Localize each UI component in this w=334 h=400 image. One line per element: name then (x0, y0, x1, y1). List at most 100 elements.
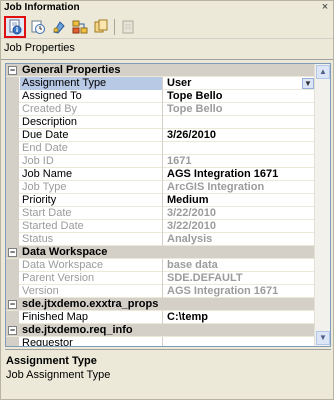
category-label: sde.jtxdemo.req_info (22, 324, 133, 336)
extended-properties-button[interactable] (118, 17, 138, 37)
property-label: Data Workspace (20, 259, 163, 272)
property-value: base data (167, 259, 218, 271)
property-label: Job ID (20, 155, 163, 168)
property-row[interactable]: Job Name AGS Integration 1671 (6, 168, 315, 181)
property-label: Created By (20, 103, 163, 116)
property-value: 1671 (167, 155, 192, 167)
row-gutter (6, 168, 19, 181)
chevron-down-icon[interactable]: ▼ (302, 78, 314, 89)
collapse-icon[interactable]: − (8, 326, 17, 335)
property-label: Job Type (20, 181, 163, 194)
property-label: Parent Version (20, 272, 163, 285)
attachments-icon (94, 19, 108, 33)
property-value[interactable]: AGS Integration 1671 (164, 168, 315, 181)
row-gutter (6, 194, 19, 207)
property-row[interactable]: Requestor (6, 337, 315, 346)
property-row[interactable]: Started Date 3/22/2010 (6, 220, 315, 233)
property-row[interactable]: Finished Map C:\temp (6, 311, 315, 324)
category-row[interactable]: − General Properties (6, 64, 315, 77)
row-gutter (6, 259, 19, 272)
property-value: Analysis (167, 233, 213, 245)
job-information-window: Job Information × Job Properties − Gener… (0, 0, 334, 400)
property-label: Status (20, 233, 163, 246)
extended-properties-icon (122, 20, 134, 34)
property-label: Job Name (20, 168, 163, 181)
scroll-down-arrow-icon[interactable]: ▼ (316, 331, 330, 345)
property-label: Assignment Type (20, 77, 163, 90)
row-gutter (6, 311, 19, 324)
collapse-icon[interactable]: − (8, 300, 17, 309)
category-row[interactable]: − sde.jtxdemo.req_info (6, 324, 315, 337)
property-value: Tope Bello (167, 103, 223, 115)
attachments-button[interactable] (91, 17, 111, 37)
description-pane: Assignment Type Job Assignment Type (5, 349, 331, 397)
property-row[interactable]: Assigned To Tope Bello (6, 90, 315, 103)
row-gutter (6, 90, 19, 103)
property-row[interactable]: Status Analysis (6, 233, 315, 246)
property-rows: − General Properties Assignment Type User ▼ A… (6, 64, 315, 346)
property-label: Version (20, 285, 163, 298)
property-value[interactable]: User (164, 77, 315, 90)
property-value[interactable] (164, 116, 315, 129)
category-label: sde.jtxdemo.exxtra_props (22, 298, 159, 310)
property-label: Start Date (20, 207, 163, 220)
property-row[interactable]: End Date (6, 142, 315, 155)
property-row[interactable]: Version AGS Integration 1671 (6, 285, 315, 298)
close-icon[interactable]: × (319, 1, 331, 13)
row-gutter (6, 272, 19, 285)
job-history-icon (31, 20, 45, 34)
property-label: Finished Map (20, 311, 163, 324)
category-row[interactable]: − sde.jtxdemo.exxtra_props (6, 298, 315, 311)
property-row[interactable]: Start Date 3/22/2010 (6, 207, 315, 220)
property-value[interactable]: 3/26/2010 (164, 129, 315, 142)
row-gutter (6, 77, 19, 90)
job-map-icon (72, 20, 88, 34)
toolbar (1, 15, 333, 39)
scroll-up-arrow-icon[interactable]: ▲ (316, 65, 330, 79)
job-properties-button[interactable] (4, 16, 26, 38)
property-row[interactable]: Job Type ArcGIS Integration (6, 181, 315, 194)
property-row[interactable]: Description (6, 116, 315, 129)
property-value[interactable]: C:\temp (164, 311, 315, 324)
property-value: SDE.DEFAULT (167, 272, 243, 284)
row-gutter (6, 142, 19, 155)
hold-button[interactable] (49, 17, 69, 37)
row-gutter (6, 155, 19, 168)
property-row[interactable]: Due Date 3/26/2010 (6, 129, 315, 142)
category-label: General Properties (22, 64, 121, 76)
property-grid: − General Properties Assignment Type User ▼ A… (5, 63, 331, 347)
property-value: 3/22/2010 (167, 207, 216, 219)
job-properties-icon (9, 19, 22, 35)
property-value[interactable]: Tope Bello (164, 90, 315, 103)
row-gutter (6, 233, 19, 246)
property-value: 3/22/2010 (167, 220, 216, 232)
row-gutter (6, 129, 19, 142)
toolbar-separator (114, 19, 115, 35)
property-row[interactable]: Priority Medium (6, 194, 315, 207)
collapse-icon[interactable]: − (8, 248, 17, 257)
category-row[interactable]: − Data Workspace (6, 246, 315, 259)
property-row[interactable]: Data Workspace base data (6, 259, 315, 272)
property-value[interactable]: Medium (164, 194, 315, 207)
row-gutter (6, 207, 19, 220)
row-gutter (6, 103, 19, 116)
property-label: Due Date (20, 129, 163, 142)
property-row[interactable]: Assignment Type User ▼ (6, 77, 315, 90)
row-gutter (6, 337, 19, 346)
row-gutter (6, 181, 19, 194)
divider (1, 59, 333, 60)
description-text: Job Assignment Type (6, 369, 111, 381)
job-map-button[interactable] (70, 17, 90, 37)
vertical-scrollbar[interactable]: ▲ ▼ (314, 64, 330, 346)
job-history-button[interactable] (28, 17, 48, 37)
collapse-icon[interactable]: − (8, 66, 17, 75)
property-label: Priority (20, 194, 163, 207)
window-title: Job Information (4, 2, 80, 13)
property-value[interactable] (164, 337, 315, 346)
property-row[interactable]: Parent Version SDE.DEFAULT (6, 272, 315, 285)
property-row[interactable]: Job ID 1671 (6, 155, 315, 168)
category-label: Data Workspace (22, 246, 108, 258)
row-gutter (6, 285, 19, 298)
row-gutter (6, 220, 19, 233)
property-row[interactable]: Created By Tope Bello (6, 103, 315, 116)
